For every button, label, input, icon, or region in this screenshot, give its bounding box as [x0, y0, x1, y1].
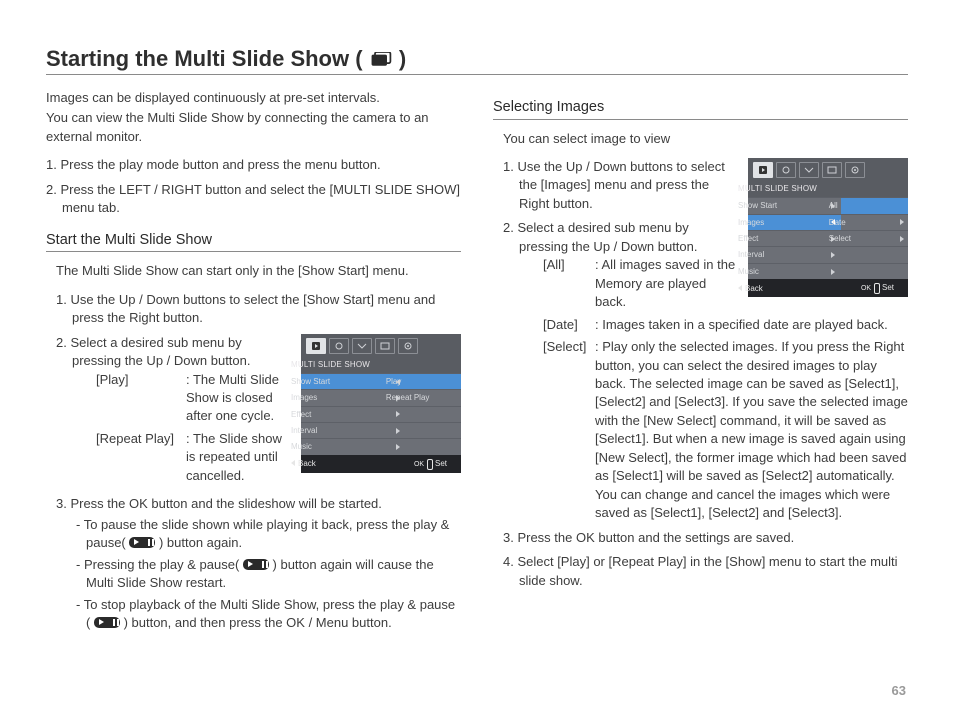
screen2-tab-4: [822, 162, 842, 178]
section-start: Start the Multi Slide Show: [46, 230, 461, 253]
arrow-right-icon: [396, 428, 400, 434]
screen2-title: MULTI SLIDE SHOW: [748, 181, 908, 197]
start-step-2: MULTI SLIDE SHOW Show Start Play Images …: [56, 334, 461, 490]
screen2-tab-play-icon: [753, 162, 773, 178]
screen2-tab-2: [776, 162, 796, 178]
play-pause-icon: [94, 617, 120, 628]
screen1-row-effect: Effect: [301, 406, 461, 422]
screen2-row-showstart: Show Start: [748, 197, 841, 213]
screen2-split: Show Start Images Effect Interval Music …: [748, 197, 908, 279]
arrow-right-icon: [396, 411, 400, 417]
screen1-tab-3: [352, 338, 372, 354]
screen2-row-images: Images: [748, 214, 841, 230]
page-title: Starting the Multi Slide Show ( ): [46, 46, 406, 72]
screen1-row-showstart: Show Start Play: [301, 373, 461, 389]
screen2-row-effect: Effect: [748, 230, 841, 246]
screen2-val-select: Select: [841, 230, 908, 246]
ok-icon: OK: [427, 459, 433, 470]
screen1-footer: Back OKSet: [301, 455, 461, 473]
screen1-tabs: [301, 334, 461, 357]
selecting-lead: You can select image to view: [503, 130, 908, 148]
screen1-rows: Show Start Play Images Repeat Play Effec…: [301, 373, 461, 455]
right-column: Selecting Images You can select image to…: [493, 89, 908, 698]
note-1: - To pause the slide shown while playing…: [72, 516, 461, 553]
arrow-right-icon: [831, 269, 835, 275]
sel-step-3: 3. Press the OK button and the settings …: [503, 529, 908, 547]
screen1-row-music: Music: [301, 438, 461, 454]
screen2-right-rows: All Date Select: [841, 197, 908, 279]
pre-steps: 1. Press the play mode button and press …: [46, 156, 461, 217]
start-steps: 1. Use the Up / Down buttons to select t…: [56, 291, 461, 633]
screen1-tab-play-icon: [306, 338, 326, 354]
screen1-row-images: Images Repeat Play: [301, 389, 461, 405]
pre-step-2: 2. Press the LEFT / RIGHT button and sel…: [46, 181, 461, 218]
start-step-3: 3. Press the OK button and the slideshow…: [56, 495, 461, 632]
camera-screen-2: MULTI SLIDE SHOW Show Start Images Effec…: [748, 158, 908, 297]
def-select: [Select] : Play only the selected images…: [519, 338, 908, 523]
content-columns: Images can be displayed continuously at …: [46, 89, 908, 698]
camera-screen-1: MULTI SLIDE SHOW Show Start Play Images …: [301, 334, 461, 473]
page: Starting the Multi Slide Show ( ) Images…: [0, 0, 954, 720]
intro-line-2: You can view the Multi Slide Show by con…: [46, 109, 461, 146]
screen1-row-interval: Interval: [301, 422, 461, 438]
intro-line-1: Images can be displayed continuously at …: [46, 89, 461, 107]
screen2-val-empty2: [841, 263, 908, 279]
screen2-val-empty1: [841, 246, 908, 262]
section-selecting: Selecting Images: [493, 97, 908, 120]
screen1-tab-5: [398, 338, 418, 354]
screen2-tab-5: [845, 162, 865, 178]
def-date: [Date] : Images taken in a specified dat…: [519, 316, 908, 334]
multi-slide-icon: [369, 52, 393, 68]
page-number: 63: [892, 683, 906, 698]
screen2-row-music: Music: [748, 263, 841, 279]
arrow-right-icon: [900, 236, 904, 242]
start-step-1: 1. Use the Up / Down buttons to select t…: [56, 291, 461, 328]
arrow-right-icon: [900, 219, 904, 225]
screen2-tabs: [748, 158, 908, 181]
arrow-right-icon: [396, 444, 400, 450]
back-icon: [291, 460, 295, 466]
page-title-row: Starting the Multi Slide Show ( ): [46, 46, 908, 75]
ok-icon: OK: [874, 283, 880, 294]
play-pause-icon: [243, 559, 269, 570]
pre-step-1: 1. Press the play mode button and press …: [46, 156, 461, 174]
screen2-tab-3: [799, 162, 819, 178]
sel-step-1: MULTI SLIDE SHOW Show Start Images Effec…: [503, 158, 908, 213]
sel-step-4: 4. Select [Play] or [Repeat Play] in the…: [503, 553, 908, 590]
arrow-right-icon: [831, 252, 835, 258]
screen2-val-all: All: [841, 197, 908, 213]
start-lead: The Multi Slide Show can start only in t…: [56, 262, 461, 280]
screen2-left-rows: Show Start Images Effect Interval Music: [748, 197, 841, 279]
selecting-body: You can select image to view: [493, 130, 908, 590]
screen2-row-interval: Interval: [748, 246, 841, 262]
note-3: - To stop playback of the Multi Slide Sh…: [72, 596, 461, 633]
screen1-title: MULTI SLIDE SHOW: [301, 357, 461, 373]
def-repeat: [Repeat Play] : The Slide show is repeat…: [72, 430, 291, 485]
start-body: The Multi Slide Show can start only in t…: [46, 262, 461, 632]
screen2-footer: Back OKSet: [748, 279, 908, 297]
screen1-tab-4: [375, 338, 395, 354]
def-play: [Play] : The Multi Slide Show is closed …: [72, 371, 291, 426]
selecting-steps: MULTI SLIDE SHOW Show Start Images Effec…: [503, 158, 908, 590]
def-all: [All] : All images saved in the Memory a…: [519, 256, 738, 311]
note-2: - Pressing the play & pause( ) button ag…: [72, 556, 461, 593]
screen2-val-date: Date: [841, 214, 908, 230]
left-column: Images can be displayed continuously at …: [46, 89, 461, 698]
play-pause-icon: [129, 537, 155, 548]
back-icon: [738, 285, 742, 291]
screen1-tab-2: [329, 338, 349, 354]
play-pause-notes: - To pause the slide shown while playing…: [72, 516, 461, 633]
